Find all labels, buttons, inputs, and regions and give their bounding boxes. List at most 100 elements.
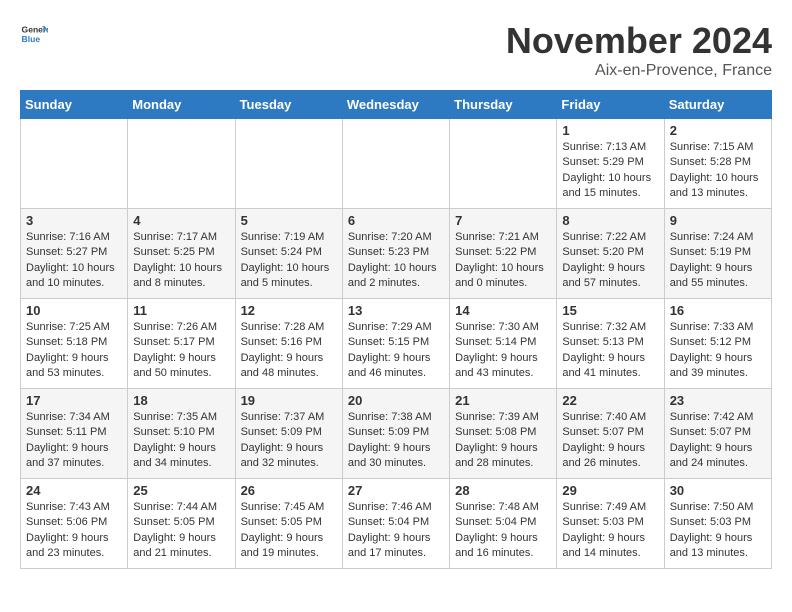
day-number: 2 (670, 123, 766, 138)
day-info: Sunrise: 7:29 AM Sunset: 5:15 PM Dayligh… (348, 320, 444, 382)
day-number: 7 (455, 213, 551, 228)
header-day-saturday: Saturday (664, 91, 771, 119)
day-number: 24 (26, 483, 122, 498)
svg-text:Blue: Blue (22, 34, 41, 44)
day-cell: 26 Sunrise: 7:45 AM Sunset: 5:05 PM Dayli… (235, 479, 342, 569)
day-cell: 1 Sunrise: 7:13 AM Sunset: 5:29 PM Daylig… (557, 119, 664, 209)
day-cell (128, 119, 235, 209)
day-cell: 8Sunrise: 7:22 AM Sunset: 5:20 PM Daylig… (557, 209, 664, 299)
day-number: 1 (562, 123, 658, 138)
day-number: 25 (133, 483, 229, 498)
day-cell: 18Sunrise: 7:35 AM Sunset: 5:10 PM Dayli… (128, 389, 235, 479)
day-number: 30 (670, 483, 766, 498)
header-day-thursday: Thursday (450, 91, 557, 119)
day-number: 22 (562, 393, 658, 408)
day-info: Sunrise: 7:42 AM Sunset: 5:07 PM Dayligh… (670, 410, 766, 472)
page-header: General Blue November 2024 Aix-en-Proven… (20, 20, 772, 80)
day-number: 5 (241, 213, 337, 228)
month-year-title: November 2024 (506, 20, 772, 62)
day-info: Sunrise: 7:19 AM Sunset: 5:24 PM Dayligh… (241, 230, 337, 292)
day-info: Sunrise: 7:32 AM Sunset: 5:13 PM Dayligh… (562, 320, 658, 382)
day-info: Sunrise: 7:25 AM Sunset: 5:18 PM Dayligh… (26, 320, 122, 382)
day-cell: 21Sunrise: 7:39 AM Sunset: 5:08 PM Dayli… (450, 389, 557, 479)
day-cell: 20 Sunrise: 7:38 AM Sunset: 5:09 PM Dayli… (342, 389, 449, 479)
day-cell: 14 Sunrise: 7:30 AM Sunset: 5:14 PM Dayli… (450, 299, 557, 389)
day-info: Sunrise: 7:26 AM Sunset: 5:17 PM Dayligh… (133, 320, 229, 382)
day-cell: 27Sunrise: 7:46 AM Sunset: 5:04 PM Dayli… (342, 479, 449, 569)
day-info: Sunrise: 7:33 AM Sunset: 5:12 PM Dayligh… (670, 320, 766, 382)
day-info: Sunrise: 7:43 AM Sunset: 5:06 PM Dayligh… (26, 500, 122, 562)
week-row-1: 1 Sunrise: 7:13 AM Sunset: 5:29 PM Daylig… (21, 119, 772, 209)
week-row-2: 3Sunrise: 7:16 AM Sunset: 5:27 PM Daylig… (21, 209, 772, 299)
day-cell (235, 119, 342, 209)
day-number: 29 (562, 483, 658, 498)
week-row-5: 24 Sunrise: 7:43 AM Sunset: 5:06 PM Dayli… (21, 479, 772, 569)
day-cell: 10 Sunrise: 7:25 AM Sunset: 5:18 PM Dayli… (21, 299, 128, 389)
day-number: 10 (26, 303, 122, 318)
day-cell: 16 Sunrise: 7:33 AM Sunset: 5:12 PM Dayli… (664, 299, 771, 389)
location-subtitle: Aix-en-Provence, France (506, 62, 772, 80)
logo: General Blue (20, 20, 48, 48)
day-info: Sunrise: 7:48 AM Sunset: 5:04 PM Dayligh… (455, 500, 551, 562)
day-info: Sunrise: 7:21 AM Sunset: 5:22 PM Dayligh… (455, 230, 551, 292)
day-cell: 11 Sunrise: 7:26 AM Sunset: 5:17 PM Dayli… (128, 299, 235, 389)
day-number: 19 (241, 393, 337, 408)
day-number: 9 (670, 213, 766, 228)
day-cell: 28Sunrise: 7:48 AM Sunset: 5:04 PM Dayli… (450, 479, 557, 569)
day-cell: 24 Sunrise: 7:43 AM Sunset: 5:06 PM Dayli… (21, 479, 128, 569)
day-number: 4 (133, 213, 229, 228)
day-info: Sunrise: 7:45 AM Sunset: 5:05 PM Dayligh… (241, 500, 337, 562)
day-cell: 3Sunrise: 7:16 AM Sunset: 5:27 PM Daylig… (21, 209, 128, 299)
day-cell (342, 119, 449, 209)
day-info: Sunrise: 7:20 AM Sunset: 5:23 PM Dayligh… (348, 230, 444, 292)
title-section: November 2024 Aix-en-Provence, France (506, 20, 772, 80)
day-cell: 30 Sunrise: 7:50 AM Sunset: 5:03 PM Dayli… (664, 479, 771, 569)
day-number: 14 (455, 303, 551, 318)
day-info: Sunrise: 7:44 AM Sunset: 5:05 PM Dayligh… (133, 500, 229, 562)
day-cell: 17Sunrise: 7:34 AM Sunset: 5:11 PM Dayli… (21, 389, 128, 479)
header-day-sunday: Sunday (21, 91, 128, 119)
calendar-table: SundayMondayTuesdayWednesdayThursdayFrid… (20, 90, 772, 569)
day-info: Sunrise: 7:49 AM Sunset: 5:03 PM Dayligh… (562, 500, 658, 562)
calendar-body: 1 Sunrise: 7:13 AM Sunset: 5:29 PM Daylig… (21, 119, 772, 569)
day-info: Sunrise: 7:50 AM Sunset: 5:03 PM Dayligh… (670, 500, 766, 562)
day-cell: 15Sunrise: 7:32 AM Sunset: 5:13 PM Dayli… (557, 299, 664, 389)
day-number: 3 (26, 213, 122, 228)
day-cell: 12 Sunrise: 7:28 AM Sunset: 5:16 PM Dayli… (235, 299, 342, 389)
header-row: SundayMondayTuesdayWednesdayThursdayFrid… (21, 91, 772, 119)
day-number: 12 (241, 303, 337, 318)
day-info: Sunrise: 7:40 AM Sunset: 5:07 PM Dayligh… (562, 410, 658, 472)
day-number: 20 (348, 393, 444, 408)
header-day-friday: Friday (557, 91, 664, 119)
day-cell: 13 Sunrise: 7:29 AM Sunset: 5:15 PM Dayli… (342, 299, 449, 389)
day-info: Sunrise: 7:28 AM Sunset: 5:16 PM Dayligh… (241, 320, 337, 382)
day-cell: 25 Sunrise: 7:44 AM Sunset: 5:05 PM Dayli… (128, 479, 235, 569)
day-cell: 9 Sunrise: 7:24 AM Sunset: 5:19 PM Daylig… (664, 209, 771, 299)
day-number: 11 (133, 303, 229, 318)
header-day-wednesday: Wednesday (342, 91, 449, 119)
day-cell (21, 119, 128, 209)
day-info: Sunrise: 7:13 AM Sunset: 5:29 PM Dayligh… (562, 140, 658, 202)
day-info: Sunrise: 7:24 AM Sunset: 5:19 PM Dayligh… (670, 230, 766, 292)
day-info: Sunrise: 7:30 AM Sunset: 5:14 PM Dayligh… (455, 320, 551, 382)
day-number: 26 (241, 483, 337, 498)
header-day-monday: Monday (128, 91, 235, 119)
day-number: 8 (562, 213, 658, 228)
day-number: 23 (670, 393, 766, 408)
week-row-3: 10 Sunrise: 7:25 AM Sunset: 5:18 PM Dayli… (21, 299, 772, 389)
calendar-header: SundayMondayTuesdayWednesdayThursdayFrid… (21, 91, 772, 119)
day-cell: 19Sunrise: 7:37 AM Sunset: 5:09 PM Dayli… (235, 389, 342, 479)
day-info: Sunrise: 7:39 AM Sunset: 5:08 PM Dayligh… (455, 410, 551, 472)
day-number: 16 (670, 303, 766, 318)
week-row-4: 17Sunrise: 7:34 AM Sunset: 5:11 PM Dayli… (21, 389, 772, 479)
day-cell: 4Sunrise: 7:17 AM Sunset: 5:25 PM Daylig… (128, 209, 235, 299)
day-cell: 5 Sunrise: 7:19 AM Sunset: 5:24 PM Daylig… (235, 209, 342, 299)
day-cell: 7 Sunrise: 7:21 AM Sunset: 5:22 PM Daylig… (450, 209, 557, 299)
day-number: 17 (26, 393, 122, 408)
logo-icon: General Blue (20, 20, 48, 48)
day-info: Sunrise: 7:38 AM Sunset: 5:09 PM Dayligh… (348, 410, 444, 472)
day-info: Sunrise: 7:46 AM Sunset: 5:04 PM Dayligh… (348, 500, 444, 562)
day-number: 13 (348, 303, 444, 318)
day-number: 6 (348, 213, 444, 228)
day-cell: 2Sunrise: 7:15 AM Sunset: 5:28 PM Daylig… (664, 119, 771, 209)
